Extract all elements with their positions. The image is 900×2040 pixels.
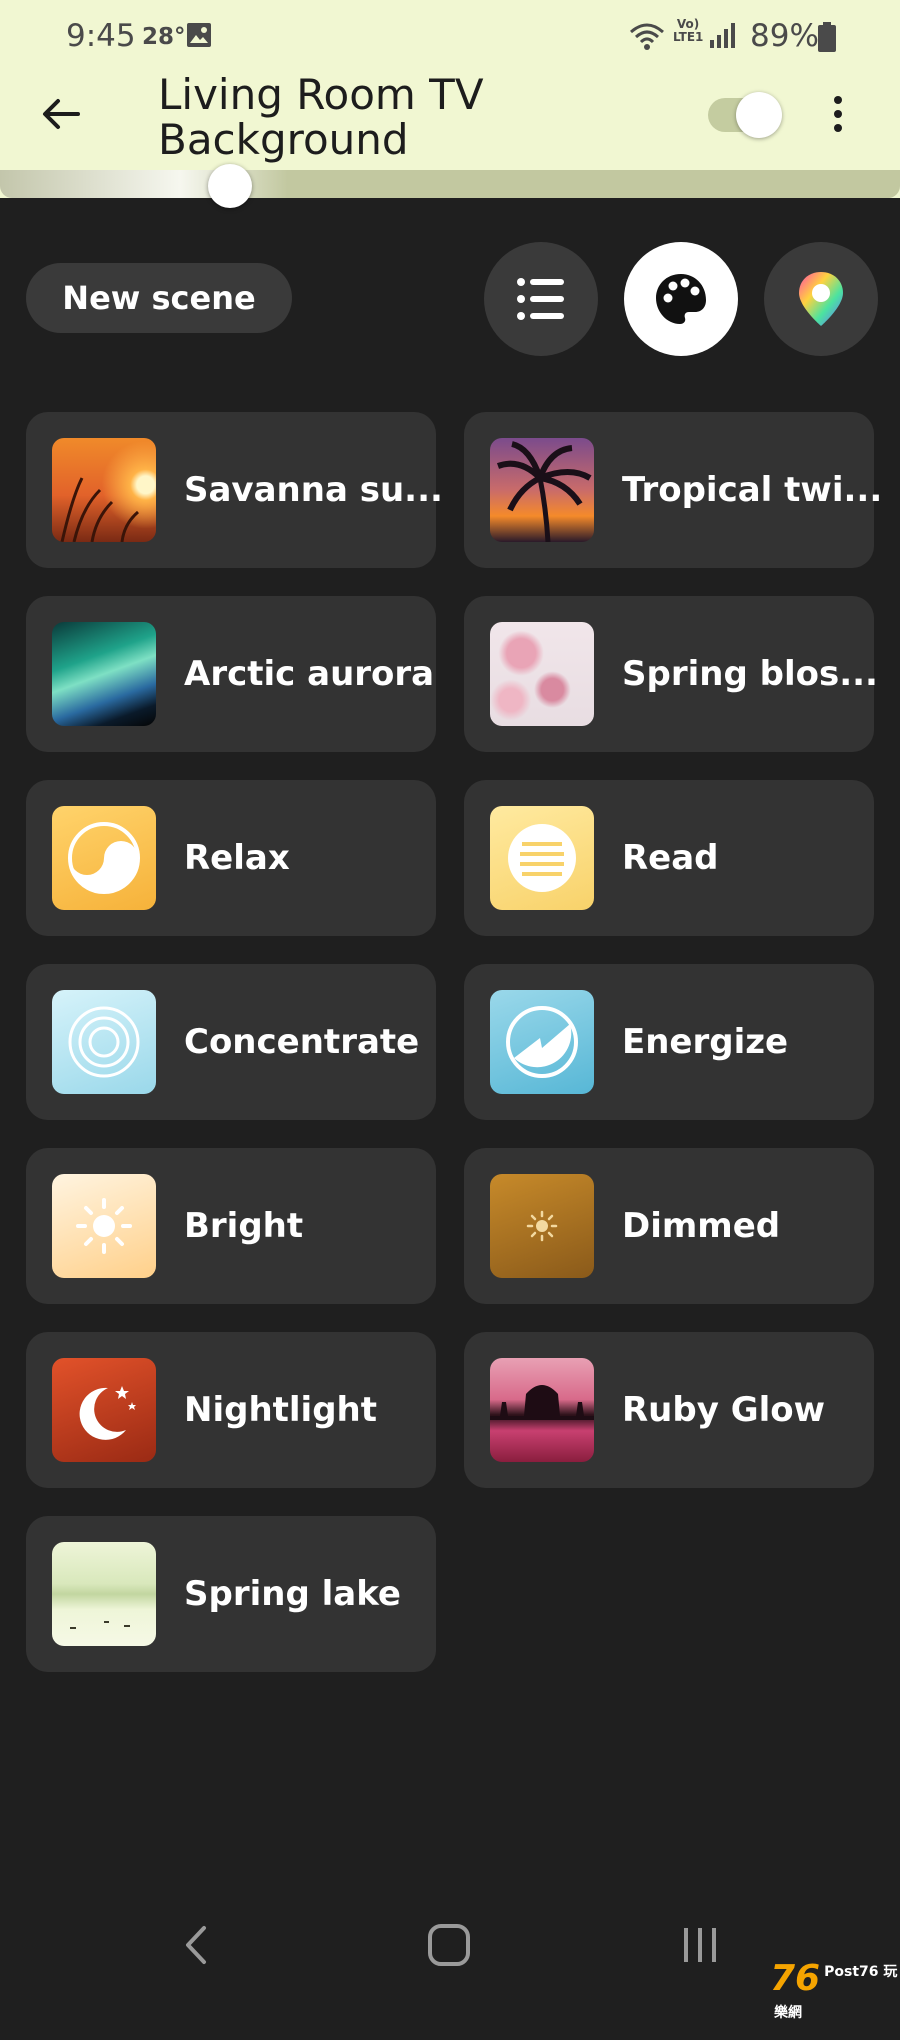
scene-card-spring-blossom[interactable]: Spring blos... [464,596,878,752]
lake-birds [70,1621,130,1629]
back-button[interactable] [34,86,90,142]
list-view-button[interactable] [484,242,598,356]
scene-label: Read [622,838,719,878]
scene-thumbnail [52,1174,156,1278]
scene-card-arctic-aurora[interactable]: Arctic aurora [26,596,436,752]
scene-card-bright[interactable]: Bright [26,1148,436,1304]
scene-label: Savanna su... [184,470,443,510]
home-icon [428,1924,470,1966]
scene-card-relax[interactable]: Relax [26,780,436,936]
scene-card-spring-lake[interactable]: Spring lake [26,1516,436,1672]
scene-thumbnail [490,806,594,910]
scene-label: Arctic aurora [184,654,435,694]
scene-thumbnail [52,1542,156,1646]
scene-card-read[interactable]: Read [464,780,874,936]
color-picker-icon [799,272,843,326]
scene-thumbnail [490,1358,594,1462]
recents-icon [684,1928,716,1962]
palm-silhouette [496,441,592,542]
read-icon [508,824,576,892]
scene-label: Energize [622,1022,789,1062]
scene-label: Concentrate [184,1022,420,1062]
brightness-slider-thumb[interactable] [208,164,252,208]
battery-percent: 89% [750,18,819,54]
energize-icon [506,1006,578,1078]
scene-thumbnail [52,1358,156,1462]
nav-recents-button[interactable] [680,1920,720,1974]
scene-thumbnail [490,990,594,1094]
power-toggle[interactable] [708,92,782,138]
scene-label: Dimmed [622,1206,781,1246]
scene-card-savanna-sunset[interactable]: Savanna su... [26,412,443,568]
scene-thumbnail [490,1174,594,1278]
status-time: 9:45 [66,18,136,54]
scene-thumbnail [52,622,156,726]
status-temperature: 28° [142,24,186,50]
scene-thumbnail [490,438,594,542]
palette-view-button[interactable] [624,242,738,356]
watermark-logo: 76 Post76 玩樂網 [770,1958,900,2040]
status-bar: 9:45 28° Vo) LTE1 89% [0,0,900,72]
scene-card-concentrate[interactable]: Concentrate [26,964,436,1120]
chevron-left-icon [186,1926,206,1964]
new-scene-button[interactable]: New scene [26,263,292,333]
list-icon [517,278,564,320]
grass-silhouette [60,477,139,542]
nav-home-button[interactable] [426,1920,472,1974]
more-options-button[interactable] [820,92,856,136]
gallery-icon [187,23,211,47]
scene-card-nightlight[interactable]: Nightlight [26,1332,436,1488]
color-picker-button[interactable] [764,242,878,356]
palette-icon [656,274,706,324]
scene-card-energize[interactable]: Energize [464,964,874,1120]
app-header: 9:45 28° Vo) LTE1 89% Living Room TV Bac… [0,0,900,208]
page-title: Living Room TV Background [158,70,484,164]
palace-silhouette [490,1385,594,1420]
scene-thumbnail [52,990,156,1094]
system-nav-bar [0,1900,900,2000]
scene-card-ruby-glow[interactable]: Ruby Glow [464,1332,874,1488]
battery-icon [818,22,836,52]
volte-label: Vo) LTE1 [673,17,704,44]
nav-back-button[interactable] [180,1920,212,1974]
scene-label: Ruby Glow [622,1390,826,1430]
brightness-slider[interactable] [0,164,900,208]
scene-label: Spring lake [184,1574,401,1614]
scene-label: Relax [184,838,290,878]
scene-thumbnail [52,438,156,542]
sun-dim-icon [526,1210,558,1242]
more-vertical-icon [834,96,842,132]
scene-card-dimmed[interactable]: Dimmed [464,1148,874,1304]
scene-label: Nightlight [184,1390,378,1430]
toggle-knob [736,92,782,138]
moon-stars-icon [79,1386,136,1440]
scene-thumbnail [52,806,156,910]
scene-card-tropical-twilight[interactable]: Tropical twi... [464,412,882,568]
scene-label: Spring blos... [622,654,878,694]
scene-label: Bright [184,1206,304,1246]
scene-thumbnail [490,622,594,726]
signal-icon [710,23,735,48]
watermark-main: 76 [770,1958,821,1999]
sun-icon [76,1198,132,1254]
concentrate-icon [68,1006,140,1078]
arrow-left-icon [43,99,80,129]
wifi-icon [630,23,664,50]
yin-yang-icon [68,822,140,894]
scene-label: Tropical twi... [622,470,883,510]
